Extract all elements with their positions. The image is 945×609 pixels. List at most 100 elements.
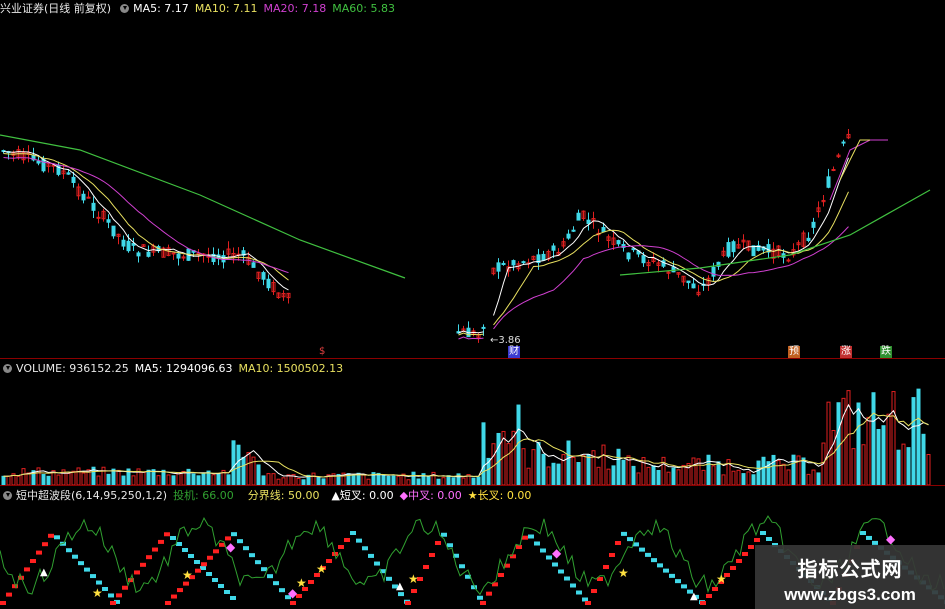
- candle-body: [691, 283, 696, 289]
- volume-bar: [636, 472, 641, 485]
- volume-bar: [311, 472, 316, 485]
- volume-bar: [661, 456, 666, 485]
- oscillator-step: [255, 560, 261, 565]
- volume-bar: [621, 459, 626, 485]
- candle-body: [826, 176, 831, 188]
- oscillator-step: [558, 569, 564, 574]
- oscillator-step: [700, 601, 706, 605]
- candle-body: [631, 248, 636, 251]
- oscillator-step: [423, 565, 429, 569]
- site-watermark: 指标公式网 www.zbgs3.com: [755, 545, 945, 609]
- oscillator-step: [90, 574, 96, 579]
- ma60-value: MA60: 5.83: [332, 1, 395, 15]
- volume-bar: [921, 433, 926, 485]
- oscillator-step: [261, 567, 267, 572]
- candle-body: [641, 255, 646, 264]
- volume-bar: [171, 475, 176, 485]
- volume-bar: [521, 448, 526, 485]
- short-cross-marker: ▲: [396, 581, 404, 592]
- volume-bar: [831, 429, 836, 485]
- oscillator-step: [201, 562, 207, 567]
- oscillator-step: [386, 576, 392, 581]
- volume-bar: [81, 472, 86, 485]
- volume-bar: [506, 443, 511, 485]
- settings-circle-icon[interactable]: [120, 3, 130, 13]
- volume-bar: [896, 449, 901, 485]
- volume-bar: [271, 473, 276, 485]
- oscillator-step: [171, 594, 177, 599]
- price-chart-pane[interactable]: 兴业证券(日线 前复权) MA5: 7.17 MA10: 7.11 MA20: …: [0, 0, 945, 358]
- volume-bar: [491, 443, 496, 485]
- candlestick-chart[interactable]: [0, 0, 945, 358]
- volume-bars[interactable]: [0, 358, 945, 485]
- short-cross-value: ▲短叉: 0.00: [331, 489, 394, 502]
- oscillator-step: [206, 572, 212, 576]
- long-cross-marker: ★: [618, 566, 629, 580]
- oscillator-step: [609, 553, 615, 557]
- volume-bar: [36, 467, 41, 485]
- oscillator-step: [585, 601, 591, 605]
- event-marker-limit-down[interactable]: 跌: [880, 346, 892, 358]
- volume-bar: [396, 475, 401, 485]
- mid-cross-value: ◆中叉: 0.00: [399, 489, 462, 502]
- volume-bar: [601, 444, 606, 485]
- candle-body: [41, 158, 46, 172]
- candle-body: [86, 196, 91, 199]
- volume-bar: [806, 473, 811, 485]
- volume-bar: [571, 456, 576, 485]
- volume-bar: [101, 466, 106, 485]
- ma20-line: [493, 226, 849, 330]
- settings-circle-icon[interactable]: [3, 363, 12, 373]
- short-cross-marker: ▲: [690, 591, 698, 602]
- event-marker-finance[interactable]: 财: [508, 346, 520, 358]
- volume-bar: [691, 457, 696, 485]
- oscillator-step: [207, 555, 213, 560]
- volume-bar: [481, 422, 486, 485]
- oscillator-step: [146, 555, 152, 560]
- candle-body: [616, 240, 621, 245]
- settings-circle-icon[interactable]: [3, 490, 12, 500]
- oscillator-step: [0, 601, 6, 605]
- volume-bar: [216, 472, 221, 485]
- oscillator-step: [730, 566, 736, 570]
- volume-bar: [446, 475, 451, 485]
- volume-bar: [811, 469, 816, 485]
- volume-bar: [756, 460, 761, 485]
- oscillator-step: [110, 601, 116, 605]
- volume-bar: [556, 463, 561, 485]
- volume-bar: [56, 474, 61, 485]
- oscillator-step: [66, 548, 72, 553]
- oscillator-step: [760, 531, 766, 535]
- candle-body: [551, 245, 556, 251]
- oscillator-step: [621, 531, 627, 536]
- oscillator-step: [212, 578, 218, 582]
- event-marker-forecast[interactable]: 预: [788, 346, 800, 358]
- volume-bar: [586, 453, 591, 485]
- event-marker-limit-up[interactable]: 涨: [840, 346, 852, 358]
- ma5-value: MA5: 7.17: [133, 1, 189, 15]
- volume-bar: [161, 469, 166, 485]
- oscillator-step: [231, 532, 237, 537]
- volume-ma5-line: [3, 403, 929, 478]
- oscillator-step: [183, 581, 189, 586]
- volume-pane[interactable]: VOLUME: 936152.25 MA5: 1294096.63 MA10: …: [0, 358, 945, 485]
- oscillator-step: [398, 592, 404, 597]
- candle-body: [266, 278, 271, 289]
- volume-bar: [721, 474, 726, 485]
- ma10-line: [839, 139, 870, 181]
- volume-bar: [576, 462, 581, 485]
- event-marker-dollar[interactable]: $: [318, 346, 326, 358]
- volume-value: VOLUME: 936152.25: [16, 361, 129, 375]
- oscillator-step: [651, 558, 657, 563]
- oscillator-step: [164, 532, 170, 537]
- volume-bar: [761, 456, 766, 485]
- candle-body: [511, 260, 516, 266]
- oscillator-step: [603, 565, 609, 569]
- volume-bar: [511, 430, 516, 485]
- candle-body: [481, 326, 486, 329]
- oscillator-legend: 短中超波段(6,14,95,250,1,2) 投机: 66.00 分界线: 50…: [0, 487, 537, 503]
- volume-bar: [926, 454, 931, 485]
- candle-body: [831, 169, 836, 172]
- oscillator-step: [182, 548, 188, 552]
- long-cross-marker: ★: [408, 572, 419, 586]
